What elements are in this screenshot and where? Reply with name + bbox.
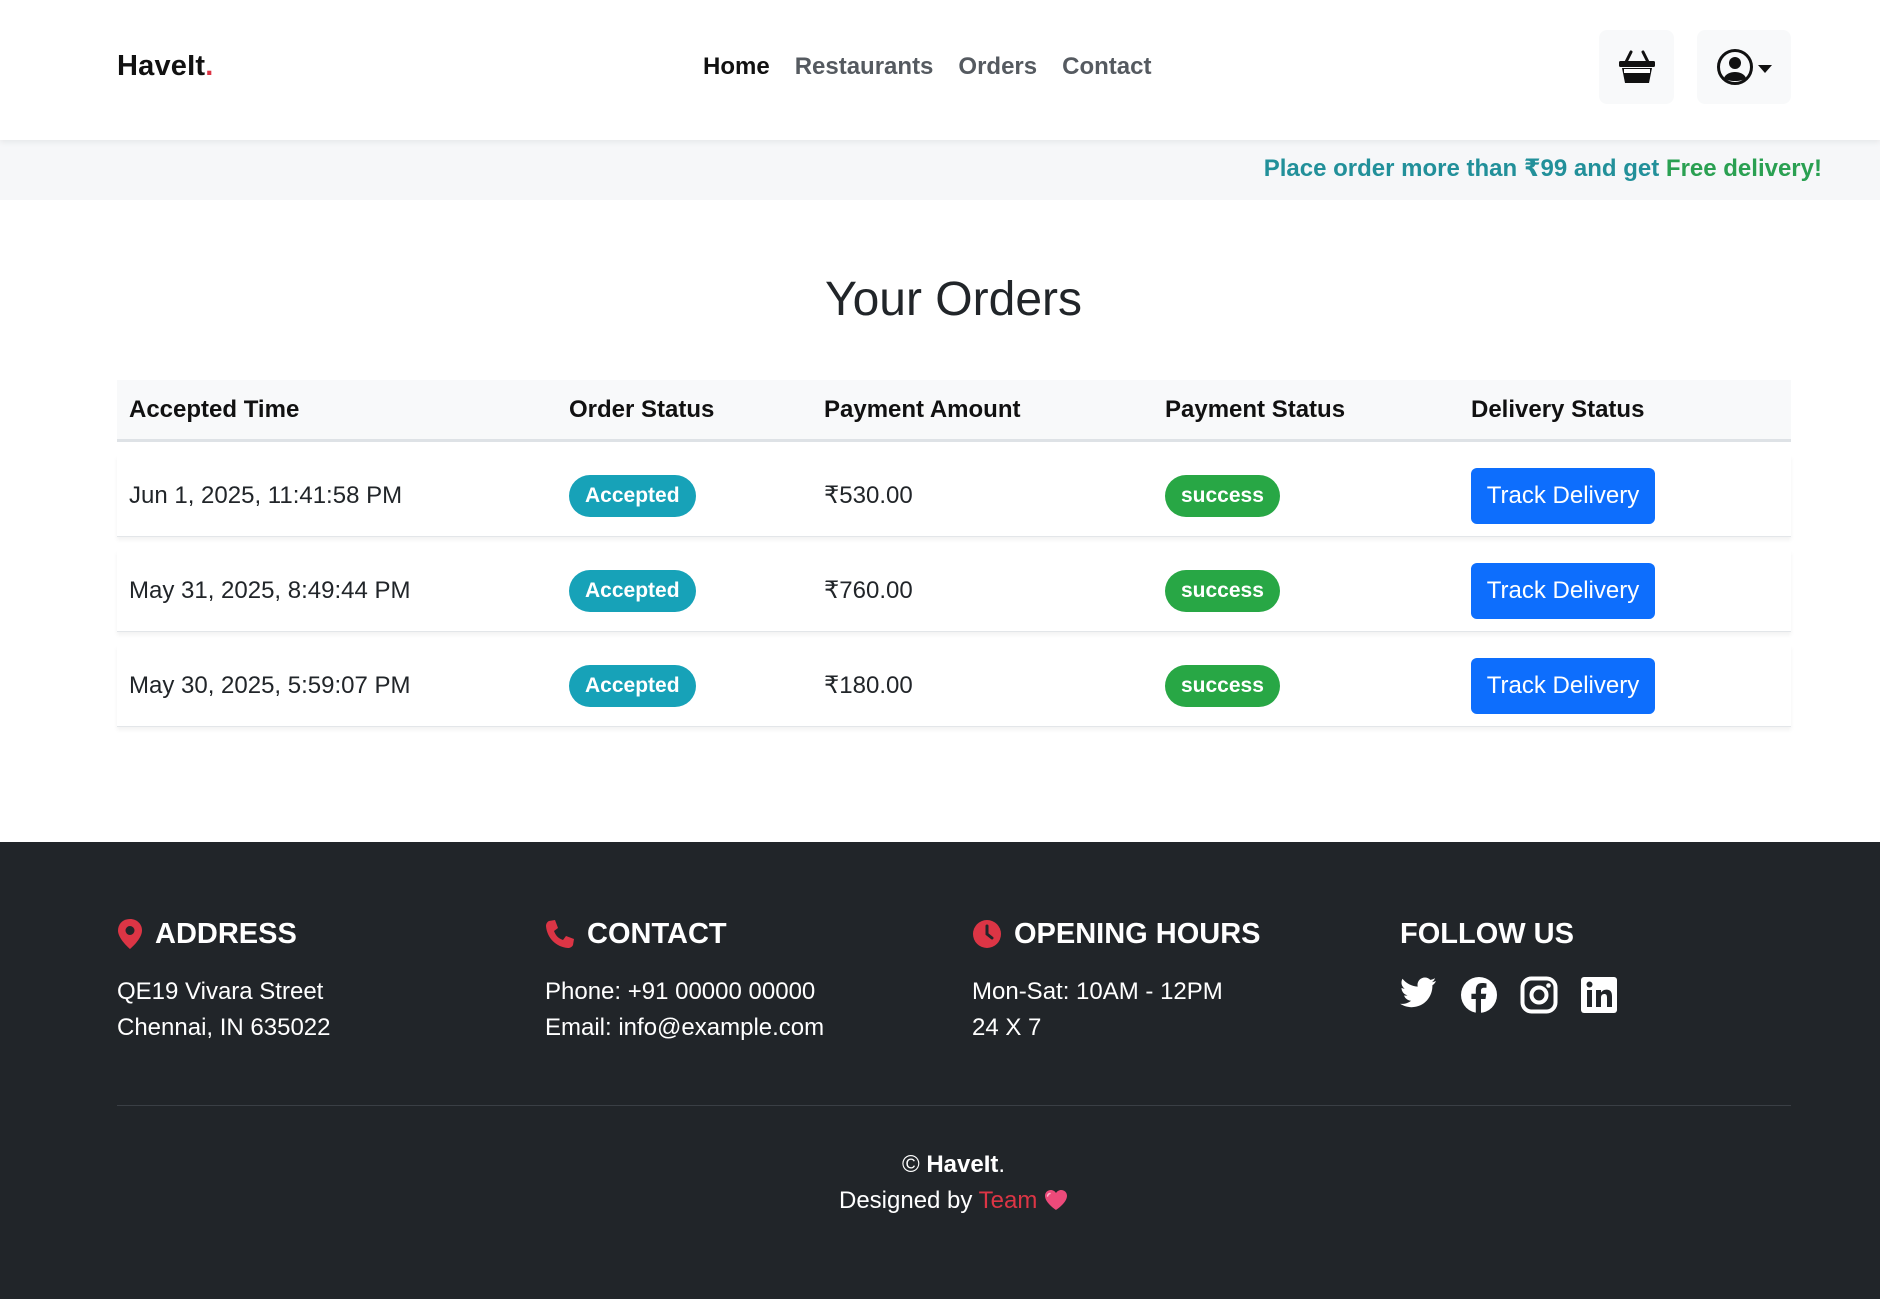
column-header-payment-status: Payment Status xyxy=(1165,395,1346,423)
contact-email: Email: info@example.com xyxy=(545,1014,825,1041)
accepted-time: May 30, 2025, 5:59:07 PM xyxy=(129,671,411,699)
map-pin-icon xyxy=(118,919,142,949)
footer-contact-title: CONTACT xyxy=(587,917,727,950)
accepted-time: May 31, 2025, 8:49:44 PM xyxy=(129,576,411,604)
order-status-badge: Accepted xyxy=(569,474,696,517)
footer-address-title: ADDRESS xyxy=(155,917,297,950)
heart-icon xyxy=(1045,1190,1067,1210)
order-status-badge: Accepted xyxy=(569,664,696,707)
promo-banner: Place order more than ₹99 and get Free d… xyxy=(0,140,1880,200)
user-menu-button[interactable] xyxy=(1697,30,1791,104)
social-links xyxy=(1400,976,1618,1014)
footer: ADDRESS QE19 Vivara Street Chennai, IN 6… xyxy=(0,842,1880,1299)
nav-link-contact[interactable]: Contact xyxy=(1062,53,1151,81)
copyright-symbol: © xyxy=(901,1151,920,1178)
basket-icon xyxy=(1618,50,1655,83)
column-header-payment-amount: Payment Amount xyxy=(824,395,1021,423)
clock-icon xyxy=(973,920,1001,948)
payment-status-badge: success xyxy=(1165,569,1280,612)
payment-amount: ₹180.00 xyxy=(824,672,913,699)
promo-highlight: Free delivery! xyxy=(1665,155,1822,182)
address-line-2: Chennai, IN 635022 xyxy=(117,1014,331,1041)
track-delivery-button[interactable]: Track Delivery xyxy=(1471,657,1655,714)
linkedin-icon[interactable] xyxy=(1580,976,1618,1014)
promo-message: Place order more than ₹99 and get xyxy=(1263,155,1666,182)
main-nav: Home Restaurants Orders Contact xyxy=(703,53,1151,81)
chevron-down-icon xyxy=(1758,65,1772,73)
table-header: Accepted Time Order Status Payment Amoun… xyxy=(117,380,1791,442)
footer-hours-title: OPENING HOURS xyxy=(1014,917,1261,950)
brand-dot: . xyxy=(205,50,214,82)
navbar: HaveIt. Home Restaurants Orders Contact xyxy=(0,0,1880,140)
promo-text: Place order more than ₹99 and get Free d… xyxy=(1264,154,1822,183)
column-header-accepted-time: Accepted Time xyxy=(129,395,300,423)
hours-line-2: 24 X 7 xyxy=(972,1014,1042,1041)
facebook-icon[interactable] xyxy=(1460,976,1498,1014)
footer-hours: OPENING HOURS Mon-Sat: 10AM - 12PM 24 X … xyxy=(972,914,1261,1046)
footer-contact: CONTACT Phone: +91 00000 00000 Email: in… xyxy=(545,914,824,1046)
track-delivery-button[interactable]: Track Delivery xyxy=(1471,467,1655,524)
payment-amount: ₹760.00 xyxy=(824,577,913,604)
column-header-order-status: Order Status xyxy=(569,395,715,423)
page-title: Your Orders xyxy=(824,273,1082,326)
brand-name: HaveIt xyxy=(117,50,206,82)
order-status-badge: Accepted xyxy=(569,569,696,612)
footer-divider xyxy=(117,1105,1791,1106)
copyright-dot: . xyxy=(998,1151,1006,1178)
copyright-brand: HaveIt xyxy=(926,1151,999,1178)
payment-amount: ₹530.00 xyxy=(824,482,913,509)
team-link[interactable]: Team xyxy=(979,1187,1038,1214)
footer-follow: FOLLOW US xyxy=(1400,914,1618,1014)
accepted-time: Jun 1, 2025, 11:41:58 PM xyxy=(129,481,403,509)
hours-line-1: Mon-Sat: 10AM - 12PM xyxy=(972,978,1223,1005)
designed-by-text: Designed by xyxy=(838,1187,979,1214)
payment-status-badge: success xyxy=(1165,664,1280,707)
twitter-icon[interactable] xyxy=(1400,976,1438,1014)
instagram-icon[interactable] xyxy=(1520,976,1558,1014)
payment-status-badge: success xyxy=(1165,474,1280,517)
nav-link-home[interactable]: Home xyxy=(703,53,770,81)
address-line-1: QE19 Vivara Street xyxy=(117,978,324,1005)
nav-link-restaurants[interactable]: Restaurants xyxy=(795,53,934,81)
contact-phone: Phone: +91 00000 00000 xyxy=(545,978,816,1005)
table-row: May 30, 2025, 5:59:07 PM Accepted ₹180.0… xyxy=(117,645,1791,727)
nav-link-orders[interactable]: Orders xyxy=(958,53,1037,81)
user-circle-icon xyxy=(1717,49,1753,85)
footer-address: ADDRESS QE19 Vivara Street Chennai, IN 6… xyxy=(117,914,331,1046)
column-header-delivery-status: Delivery Status xyxy=(1471,395,1645,423)
table-row: May 31, 2025, 8:49:44 PM Accepted ₹760.0… xyxy=(117,550,1791,632)
phone-icon xyxy=(546,920,574,948)
brand-logo[interactable]: HaveIt. xyxy=(117,50,214,83)
footer-copyright: © HaveIt. Designed by Team xyxy=(0,1147,1880,1219)
table-row: Jun 1, 2025, 11:41:58 PM Accepted ₹530.0… xyxy=(117,455,1791,537)
footer-follow-title: FOLLOW US xyxy=(1400,917,1574,950)
track-delivery-button[interactable]: Track Delivery xyxy=(1471,562,1655,619)
orders-table: Accepted Time Order Status Payment Amoun… xyxy=(117,380,1791,727)
cart-button[interactable] xyxy=(1599,30,1674,104)
